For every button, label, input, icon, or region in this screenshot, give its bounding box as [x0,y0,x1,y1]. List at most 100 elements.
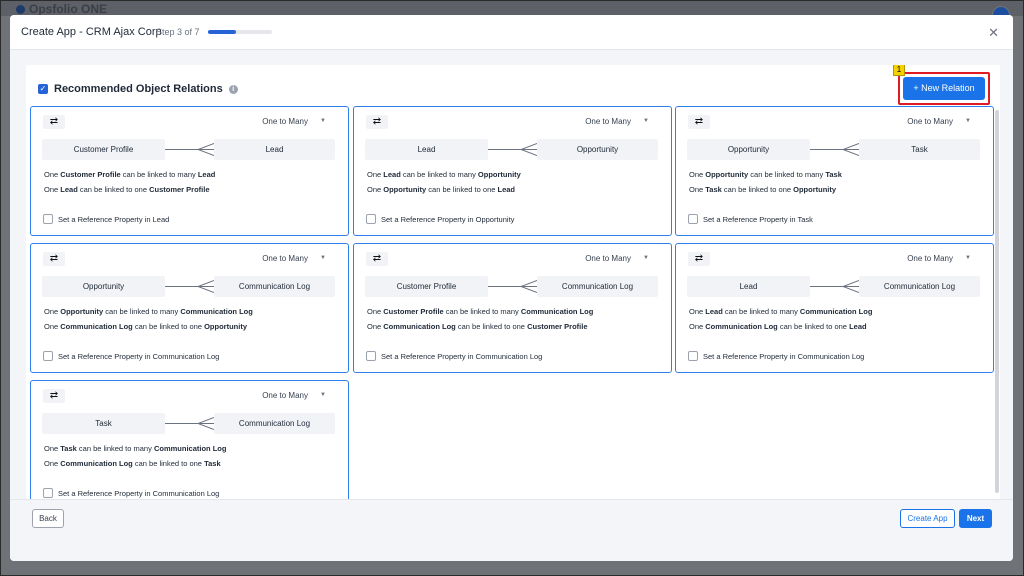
source-object: Opportunity [687,139,810,160]
reference-property-label: Set a Reference Property in Communicatio… [703,351,865,361]
relation-card: ⇄ One to Many ▼ Customer Profile Lead On… [30,106,349,236]
relation-description-one: One Opportunity can be linked to one Lea… [367,185,516,194]
relation-description-one: One Communication Log can be linked to o… [367,322,588,331]
reference-property-checkbox[interactable] [366,214,376,224]
reference-property-option: Set a Reference Property in Task [688,214,813,224]
relation-description-one: One Communication Log can be linked to o… [44,322,247,331]
relation-type-select[interactable]: One to Many [262,254,308,263]
checkbox-checked-icon[interactable]: ✓ [38,84,48,94]
reference-property-label: Set a Reference Property in Communicatio… [58,351,220,361]
relation-description-one: One Task can be linked to one Opportunit… [689,185,837,194]
relation-type-select[interactable]: One to Many [907,254,953,263]
chevron-down-icon[interactable]: ▼ [320,255,326,261]
reference-property-checkbox[interactable] [43,214,53,224]
swap-icon[interactable]: ⇄ [43,389,65,403]
relation-card: ⇄ One to Many ▼ Lead Communication Log O… [675,243,994,373]
reference-property-label: Set a Reference Property in Communicatio… [58,488,220,498]
crow-foot-icon [198,417,214,430]
info-icon[interactable]: i [228,84,238,94]
relation-type-select[interactable]: One to Many [907,117,953,126]
relation-description-one: One Communication Log can be linked to o… [44,459,221,468]
reference-property-option: Set a Reference Property in Communicatio… [43,488,219,498]
relation-description-one: One Lead can be linked to one Customer P… [44,185,210,194]
source-object: Opportunity [42,276,165,297]
relation-description-many: One Opportunity can be linked to many Ta… [689,170,842,179]
swap-icon[interactable]: ⇄ [43,115,65,129]
relation-card: ⇄ One to Many ▼ Lead Opportunity One Lea… [353,106,672,236]
close-icon[interactable]: ✕ [988,25,999,41]
step-indicator: Step 3 of 7 [156,27,200,37]
relation-card: ⇄ One to Many ▼ Opportunity Task One Opp… [675,106,994,236]
swap-icon[interactable]: ⇄ [366,252,388,266]
source-object: Lead [687,276,810,297]
crow-foot-icon [198,143,214,156]
crow-foot-icon [521,143,537,156]
relations-panel: ✓ Recommended Object Relations i 1 + New… [26,65,1000,499]
crow-foot-icon [843,280,859,293]
modal-header: Create App - CRM Ajax Corp Step 3 of 7 ✕ [10,15,1013,50]
modal-title: Create App - CRM Ajax Corp [21,26,162,38]
relation-description-many: One Customer Profile can be linked to ma… [367,307,594,316]
relation-description-many: One Lead can be linked to many Opportuni… [367,170,521,179]
swap-icon[interactable]: ⇄ [366,115,388,129]
relation-type-select[interactable]: One to Many [585,117,631,126]
swap-icon[interactable]: ⇄ [43,252,65,266]
section-title: Recommended Object Relations [54,83,223,95]
target-object: Opportunity [537,139,658,160]
chevron-down-icon[interactable]: ▼ [320,392,326,398]
target-object: Communication Log [859,276,980,297]
modal-footer: Back Create App Next [10,499,1013,561]
relation-description-one: One Communication Log can be linked to o… [689,322,867,331]
source-object: Task [42,413,165,434]
crow-foot-icon [198,280,214,293]
chevron-down-icon[interactable]: ▼ [643,118,649,124]
chevron-down-icon[interactable]: ▼ [320,118,326,124]
section-header: ✓ Recommended Object Relations i [38,83,238,95]
reference-property-label: Set a Reference Property in Opportunity [381,214,515,224]
reference-property-checkbox[interactable] [688,214,698,224]
next-button[interactable]: Next [959,509,992,528]
reference-property-option: Set a Reference Property in Opportunity [366,214,514,224]
create-app-modal: Create App - CRM Ajax Corp Step 3 of 7 ✕… [10,15,1013,561]
target-object: Lead [214,139,335,160]
crow-foot-icon [843,143,859,156]
swap-icon[interactable]: ⇄ [688,252,710,266]
target-object: Communication Log [214,413,335,434]
relation-description-many: One Opportunity can be linked to many Co… [44,307,253,316]
source-object: Lead [365,139,488,160]
reference-property-checkbox[interactable] [43,488,53,498]
reference-property-label: Set a Reference Property in Lead [58,214,170,224]
chevron-down-icon[interactable]: ▼ [643,255,649,261]
relation-card: ⇄ One to Many ▼ Task Communication Log O… [30,380,349,499]
relation-description-many: One Customer Profile can be linked to ma… [44,170,216,179]
reference-property-label: Set a Reference Property in Task [703,214,813,224]
source-object: Customer Profile [365,276,488,297]
crow-foot-icon [521,280,537,293]
scrollbar[interactable] [995,110,999,493]
swap-icon[interactable]: ⇄ [688,115,710,129]
chevron-down-icon[interactable]: ▼ [965,255,971,261]
target-object: Task [859,139,980,160]
relation-type-select[interactable]: One to Many [585,254,631,263]
background-app-bar: Opsfolio ONE [0,0,1024,24]
create-app-button[interactable]: Create App [900,509,955,528]
reference-property-checkbox[interactable] [688,351,698,361]
target-object: Communication Log [537,276,658,297]
relation-description-many: One Task can be linked to many Communica… [44,444,227,453]
relation-card: ⇄ One to Many ▼ Customer Profile Communi… [353,243,672,373]
reference-property-option: Set a Reference Property in Communicatio… [688,351,864,361]
chevron-down-icon[interactable]: ▼ [965,118,971,124]
source-object: Customer Profile [42,139,165,160]
relation-card: ⇄ One to Many ▼ Opportunity Communicatio… [30,243,349,373]
reference-property-checkbox[interactable] [43,351,53,361]
new-relation-highlight: 1 + New Relation [893,65,990,105]
reference-property-checkbox[interactable] [366,351,376,361]
relation-description-many: One Lead can be linked to many Communica… [689,307,873,316]
reference-property-option: Set a Reference Property in Lead [43,214,169,224]
new-relation-button[interactable]: + New Relation [903,77,985,100]
relation-type-select[interactable]: One to Many [262,391,308,400]
back-button[interactable]: Back [32,509,64,528]
step-progress-bar [208,30,272,34]
target-object: Communication Log [214,276,335,297]
relation-type-select[interactable]: One to Many [262,117,308,126]
